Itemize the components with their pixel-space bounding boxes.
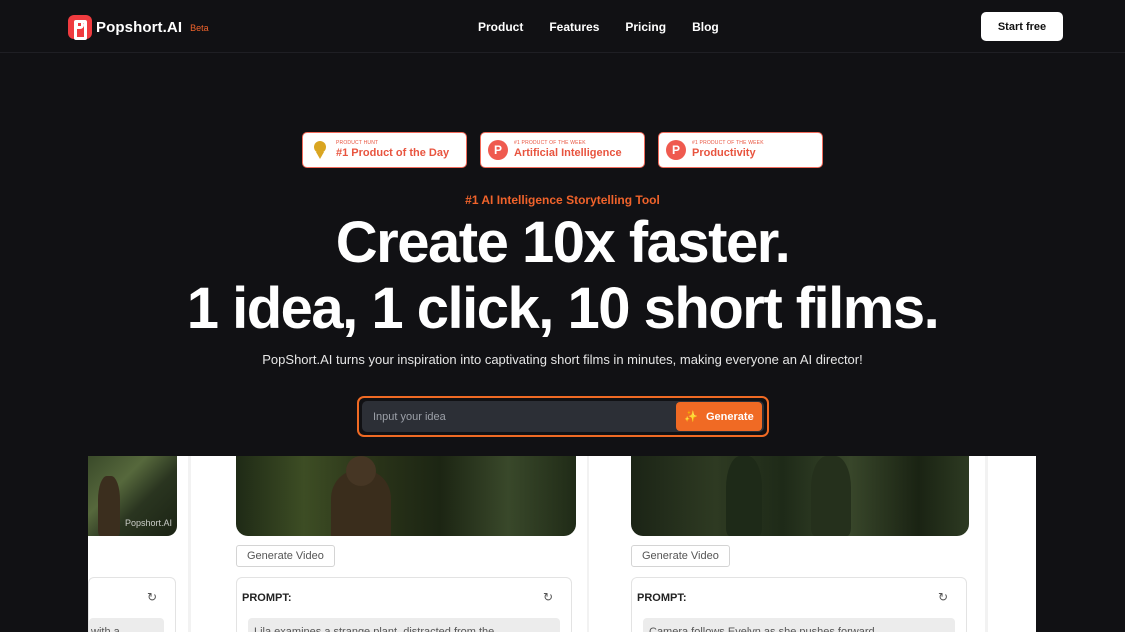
prompt-label: PROMPT: — [242, 592, 292, 604]
example-card: Popshort.AI ↻ with a — [88, 456, 188, 632]
prompt-box: PROMPT: ↻ Camera follows Evelyn as she p… — [631, 577, 967, 632]
example-card-partial — [988, 456, 1036, 632]
watermark: Popshort.AI — [124, 518, 172, 528]
video-thumbnail[interactable]: Popshort.AI — [88, 456, 177, 536]
award-badges: PRODUCT HUNT #1 Product of the Day #1 PR… — [302, 132, 836, 168]
idea-input[interactable] — [362, 401, 662, 432]
idea-input-box: ✨ Generate — [357, 396, 769, 437]
hero-headline-line1: Create 10x faster. — [335, 210, 791, 275]
badge-productivity-week[interactable]: #1 PRODUCT OF THE WEEK Productivity — [658, 132, 823, 168]
badge-small-label: #1 PRODUCT OF THE WEEK — [692, 140, 764, 146]
prompt-label: PROMPT: — [637, 592, 687, 604]
badge-small-label: #1 PRODUCT OF THE WEEK — [514, 140, 586, 146]
nav-link-product[interactable]: Product — [478, 20, 523, 34]
nav-link-pricing[interactable]: Pricing — [625, 20, 666, 34]
generate-video-button[interactable]: Generate Video — [236, 545, 335, 567]
refresh-icon[interactable]: ↻ — [145, 590, 159, 604]
prompt-box: ↻ with a — [88, 577, 176, 632]
video-thumbnail[interactable] — [236, 456, 576, 536]
prompt-box: PROMPT: ↻ Lila examines a strange plant,… — [236, 577, 572, 632]
badge-title: Artificial Intelligence — [514, 147, 622, 159]
hero-tagline: #1 AI Intelligence Storytelling Tool — [465, 193, 660, 207]
prompt-text: Camera follows Evelyn as she pushes forw… — [643, 618, 955, 632]
refresh-icon[interactable]: ↻ — [541, 590, 555, 604]
producthunt-icon — [488, 140, 508, 160]
examples-carousel: Popshort.AI ↻ with a Generate Video PROM… — [88, 456, 1036, 632]
hero-headline-line2: 1 idea, 1 click, 10 short films. — [186, 276, 940, 341]
video-thumbnail[interactable] — [631, 456, 969, 536]
badge-title: #1 Product of the Day — [336, 147, 450, 159]
beta-label: Beta — [190, 23, 209, 33]
medal-icon — [310, 140, 330, 160]
generate-video-button[interactable]: Generate Video — [631, 545, 730, 567]
hero-subtitle: PopShort.AI turns your inspiration into … — [262, 352, 863, 367]
brand-name: Popshort.AI — [96, 18, 183, 36]
nav-link-features[interactable]: Features — [549, 20, 599, 34]
badge-title: Productivity — [692, 147, 756, 159]
prompt-text: with a — [89, 618, 164, 632]
refresh-icon[interactable]: ↻ — [936, 590, 950, 604]
nav-links: Product Features Pricing Blog — [478, 20, 745, 34]
start-free-button[interactable]: Start free — [981, 12, 1063, 41]
brand-logo[interactable]: Popshort.AI Beta — [68, 15, 209, 40]
badge-ai-week[interactable]: #1 PRODUCT OF THE WEEK Artificial Intell… — [480, 132, 645, 168]
prompt-text: Lila examines a strange plant, distracte… — [248, 618, 560, 632]
sparkle-icon: ✨ — [684, 411, 698, 423]
popshort-logo-icon — [68, 15, 92, 40]
generate-button[interactable]: ✨ Generate — [676, 402, 762, 431]
nav-link-blog[interactable]: Blog — [692, 20, 719, 34]
badge-small-label: PRODUCT HUNT — [336, 140, 379, 146]
producthunt-icon — [666, 140, 686, 160]
example-card: Generate Video PROMPT: ↻ Camera follows … — [589, 456, 985, 632]
example-card: Generate Video PROMPT: ↻ Lila examines a… — [191, 456, 587, 632]
badge-product-of-day[interactable]: PRODUCT HUNT #1 Product of the Day — [302, 132, 467, 168]
generate-label: Generate — [706, 410, 754, 423]
top-nav: Popshort.AI Beta Product Features Pricin… — [0, 0, 1125, 53]
